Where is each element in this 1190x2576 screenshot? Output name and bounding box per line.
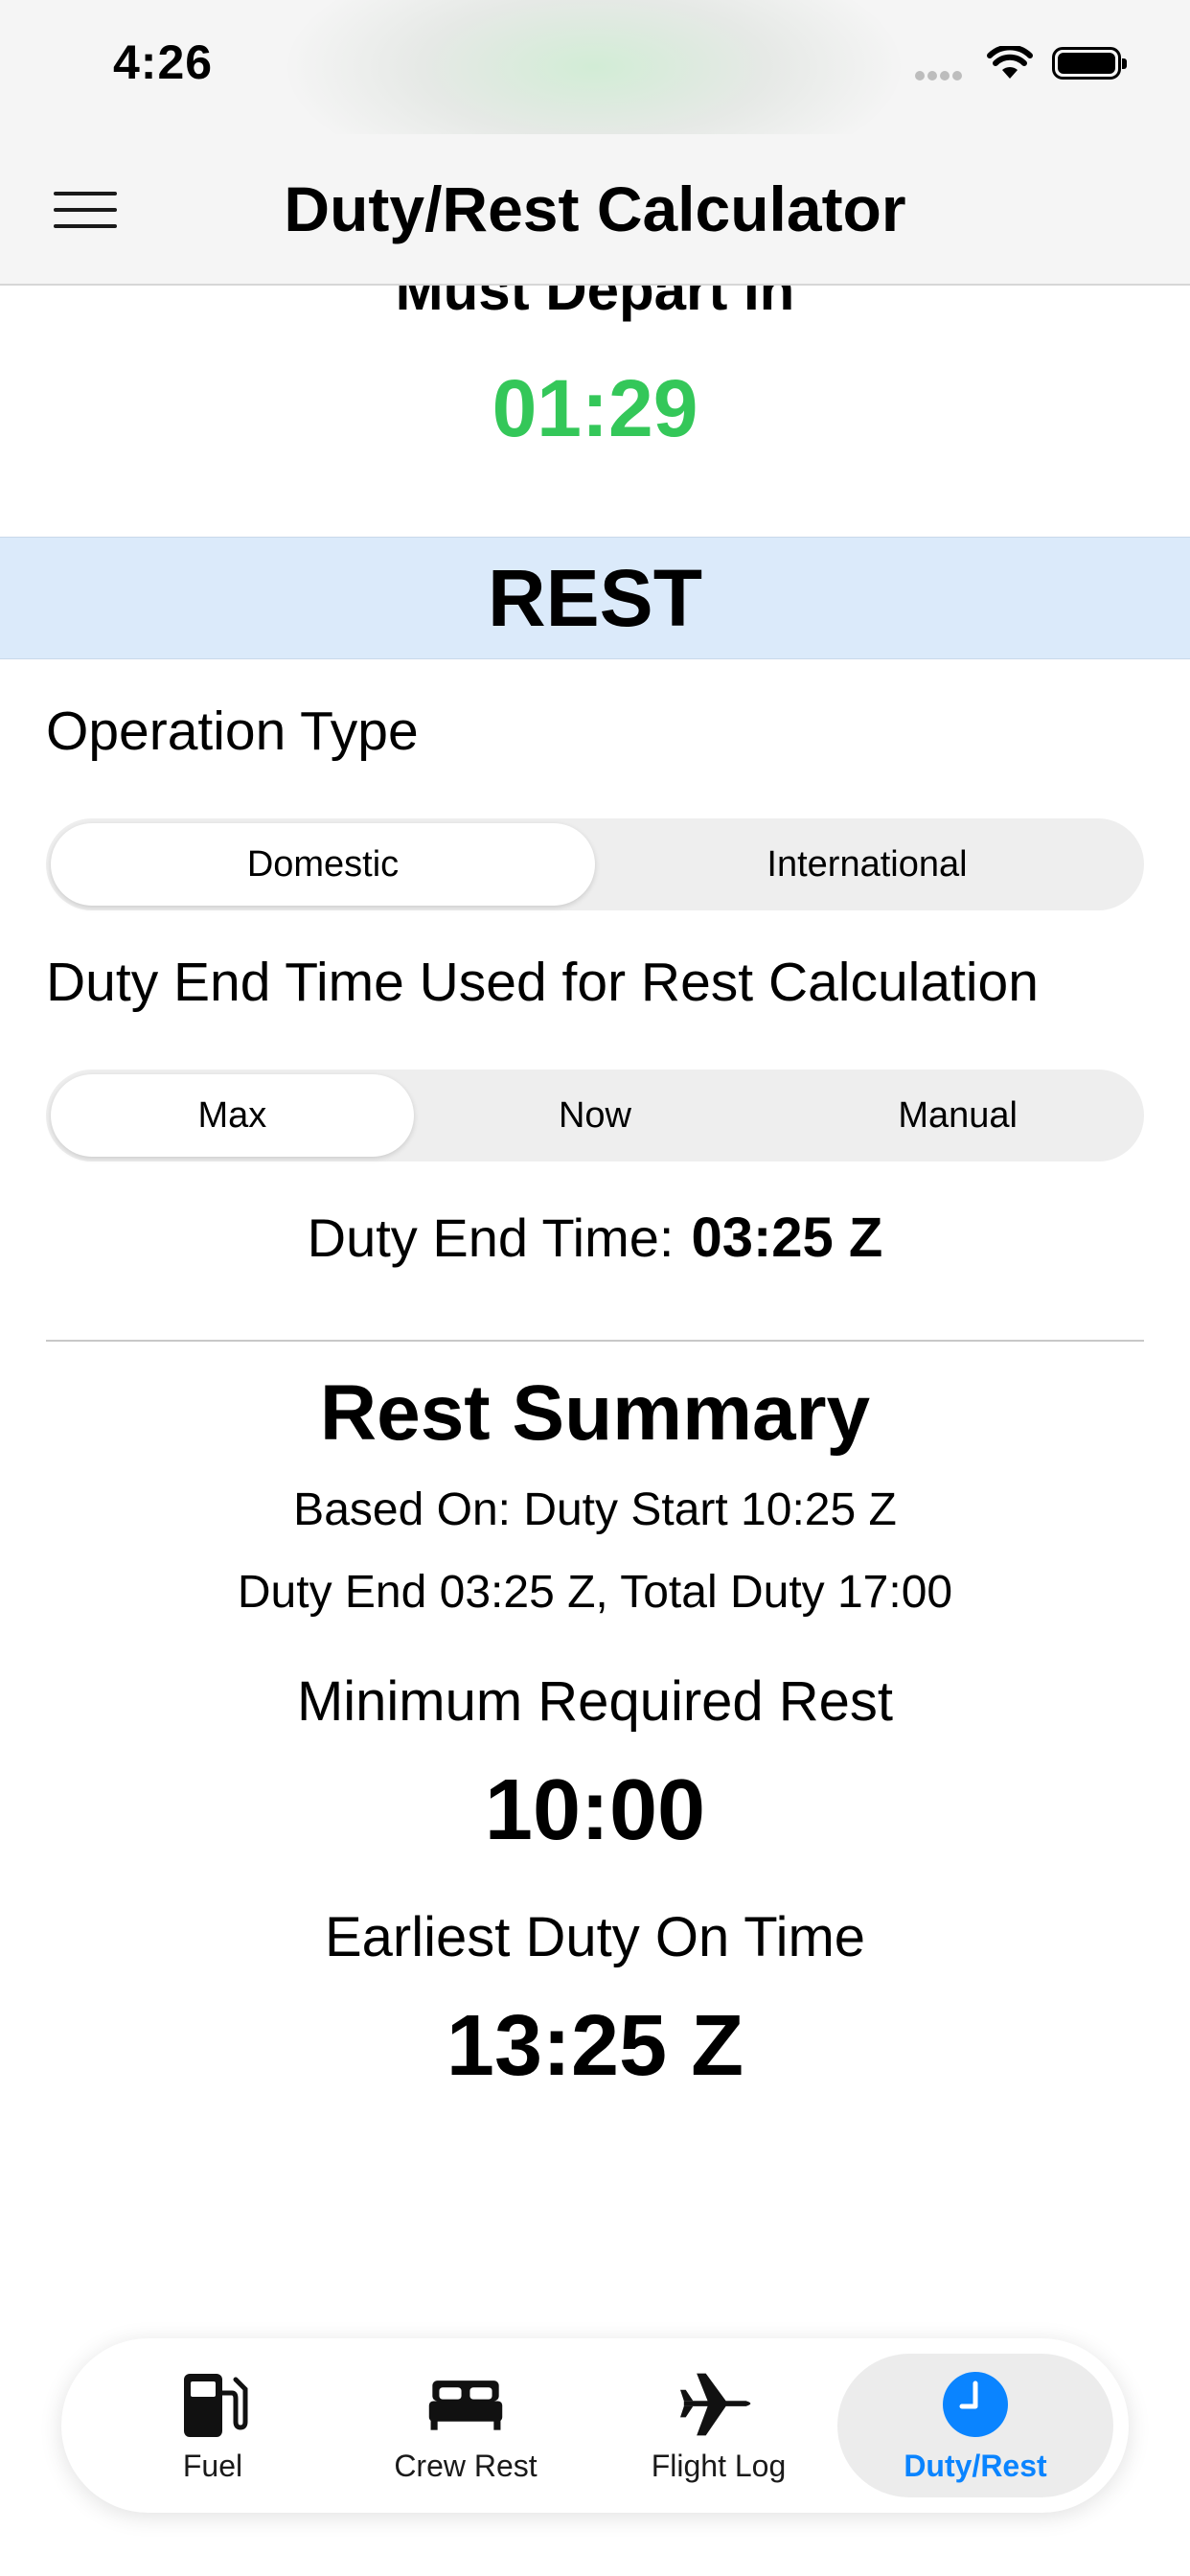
page-title: Duty/Rest Calculator bbox=[284, 173, 906, 244]
battery-icon bbox=[1052, 47, 1127, 80]
tab-flight-log-label: Flight Log bbox=[651, 2448, 787, 2483]
duty-end-source-label: Duty End Time Used for Rest Calculation bbox=[46, 952, 1039, 1013]
segment-international[interactable]: International bbox=[595, 823, 1139, 906]
airplane-icon bbox=[680, 2368, 757, 2441]
wifi-icon bbox=[987, 46, 1033, 79]
must-depart-value: 01:29 bbox=[492, 363, 698, 453]
duty-end-time-value: 03:25 Z bbox=[691, 1207, 883, 1269]
segment-domestic[interactable]: Domestic bbox=[51, 823, 595, 906]
earliest-duty-on-value: 13:25 Z bbox=[446, 1998, 744, 2094]
rest-section-header: REST bbox=[0, 537, 1190, 659]
segment-manual[interactable]: Manual bbox=[776, 1074, 1139, 1157]
cellular-signal-icon bbox=[915, 68, 965, 85]
status-bar: 4:26 bbox=[0, 0, 1190, 192]
tab-fuel-label: Fuel bbox=[182, 2448, 243, 2483]
minimum-rest-value: 10:00 bbox=[484, 1762, 706, 1858]
tab-flight-log[interactable]: Flight Log bbox=[581, 2354, 857, 2497]
navigation-bar: Duty/Rest Calculator bbox=[0, 134, 1190, 286]
duty-summary-text: Duty End 03:25 Z, Total Duty 17:00 bbox=[237, 1567, 953, 1618]
tab-duty-rest[interactable]: Duty/Rest bbox=[837, 2354, 1113, 2497]
segment-now[interactable]: Now bbox=[414, 1074, 777, 1157]
bed-icon bbox=[427, 2368, 504, 2441]
earliest-duty-on-label: Earliest Duty On Time bbox=[324, 1906, 866, 1968]
minimum-rest-label: Minimum Required Rest bbox=[296, 1670, 894, 1733]
tab-fuel[interactable]: Fuel bbox=[75, 2354, 351, 2497]
operation-type-label: Operation Type bbox=[46, 701, 419, 762]
duty-end-time-row: Duty End Time: 03:25 Z bbox=[0, 1206, 1190, 1270]
status-time: 4:26 bbox=[113, 35, 214, 89]
tab-crew-rest[interactable]: Crew Rest bbox=[328, 2354, 604, 2497]
divider bbox=[46, 1340, 1144, 1342]
segment-max[interactable]: Max bbox=[51, 1074, 414, 1157]
fuel-pump-icon bbox=[174, 2368, 251, 2441]
must-depart-label: Must Depart In bbox=[395, 286, 795, 322]
tab-duty-rest-label: Duty/Rest bbox=[904, 2448, 1047, 2483]
content-scroll-view[interactable]: Must Depart In 01:29 REST Operation Type… bbox=[0, 286, 1190, 2528]
tab-crew-rest-label: Crew Rest bbox=[394, 2448, 538, 2483]
duty-end-source-segmented-control: Max Now Manual bbox=[46, 1070, 1144, 1162]
operation-type-segmented-control: Domestic International bbox=[46, 818, 1144, 910]
based-on-text: Based On: Duty Start 10:25 Z bbox=[293, 1484, 897, 1535]
rest-summary-title: Rest Summary bbox=[319, 1369, 871, 1457]
tab-bar: Fuel Crew Rest Flight Log Duty/Rest bbox=[61, 2338, 1129, 2513]
clock-icon bbox=[937, 2368, 1014, 2441]
duty-end-time-label: Duty End Time: bbox=[307, 1208, 675, 1268]
